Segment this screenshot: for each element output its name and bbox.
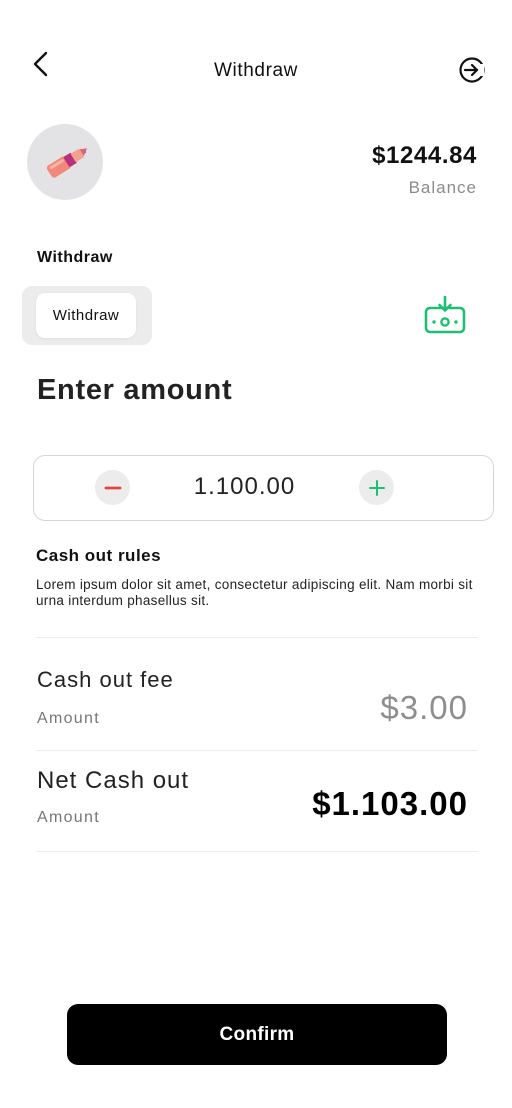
balance-label: Balance xyxy=(408,178,477,197)
increase-button[interactable] xyxy=(359,470,394,505)
withdraw-screen: Withdraw $1244.84 Balance Withdraw Withd… xyxy=(0,0,512,1108)
divider xyxy=(36,637,478,638)
cash-out-fee-value: $3.00 xyxy=(380,689,468,726)
plus-icon xyxy=(368,479,385,496)
balance-amount: $1244.84 xyxy=(372,142,477,169)
net-cash-out-value: $1.103.00 xyxy=(312,785,468,822)
page-title: Withdraw xyxy=(214,60,298,81)
minus-icon xyxy=(104,486,121,489)
cash-out-fee-title: Cash out fee xyxy=(37,667,174,692)
net-cash-out-subtitle: Amount xyxy=(37,809,100,826)
cash-out-rules-title: Cash out rules xyxy=(36,546,162,565)
divider xyxy=(36,750,478,751)
net-cash-out-title: Net Cash out xyxy=(37,767,190,794)
sign-in-arrow-icon xyxy=(459,57,485,83)
amount-input[interactable]: 1.100.00 xyxy=(130,473,359,501)
cash-withdraw-icon xyxy=(422,295,468,338)
avatar[interactable] xyxy=(27,124,103,200)
decrease-button[interactable] xyxy=(95,470,130,505)
withdraw-section-label: Withdraw xyxy=(37,249,113,266)
enter-amount-heading: Enter amount xyxy=(37,374,233,406)
cash-out-fee-subtitle: Amount xyxy=(37,710,100,727)
withdraw-method-option[interactable]: Withdraw xyxy=(36,293,136,338)
cash-out-rules-text: Lorem ipsum dolor sit amet, consectetur … xyxy=(36,577,473,608)
divider xyxy=(36,851,478,852)
lipstick-icon xyxy=(46,148,88,178)
confirm-button[interactable]: Confirm xyxy=(67,1004,447,1065)
exit-button[interactable] xyxy=(456,54,488,86)
